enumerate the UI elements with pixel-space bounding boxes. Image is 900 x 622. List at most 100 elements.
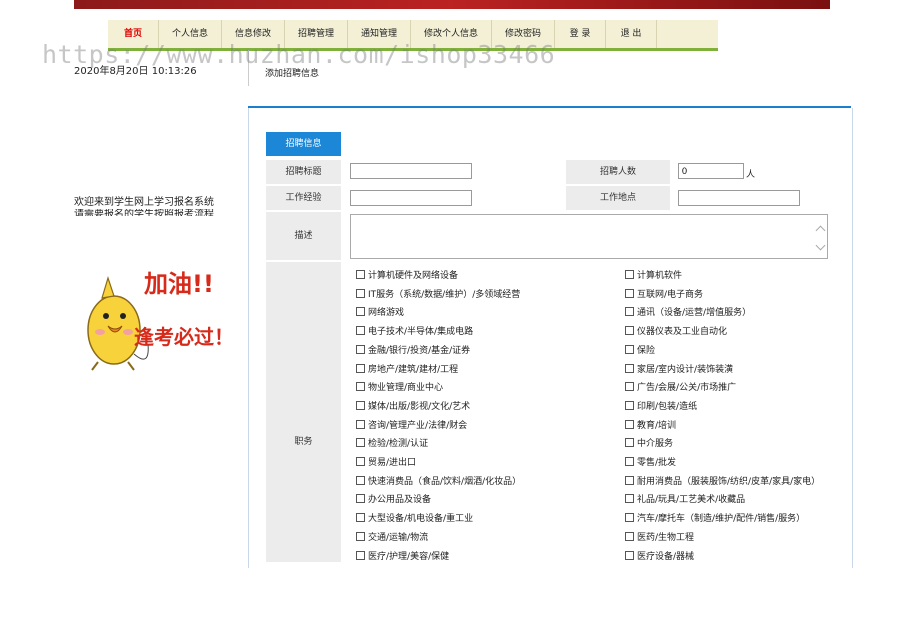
category-option[interactable]: 通讯（设备/运营/增值服务） bbox=[625, 305, 751, 318]
experience-input[interactable] bbox=[350, 190, 472, 206]
title-input[interactable] bbox=[350, 163, 472, 179]
category-option-label: 办公用品及设备 bbox=[368, 495, 432, 506]
category-option-label: 交通/运输/物流 bbox=[368, 532, 429, 543]
location-input[interactable] bbox=[678, 190, 800, 206]
category-option[interactable]: IT服务（系统/数据/维护）/多领域经营 bbox=[356, 287, 520, 300]
category-option[interactable]: 办公用品及设备 bbox=[356, 492, 431, 505]
welcome-line-1: 欢迎来到学生网上学习报名系统 bbox=[74, 197, 214, 208]
category-checkbox[interactable] bbox=[356, 475, 365, 485]
category-checkbox[interactable] bbox=[625, 475, 634, 485]
category-option-label: 广告/会展/公关/市场推广 bbox=[637, 383, 737, 394]
category-checkbox[interactable] bbox=[625, 419, 634, 429]
description-textarea[interactable] bbox=[350, 214, 828, 259]
category-checkbox[interactable] bbox=[356, 326, 365, 336]
category-option[interactable]: 快速消费品（食品/饮料/烟酒/化妆品） bbox=[356, 474, 521, 487]
category-checkbox[interactable] bbox=[356, 531, 365, 541]
category-checkbox[interactable] bbox=[625, 288, 634, 298]
category-option[interactable]: 计算机硬件及网络设备 bbox=[356, 268, 458, 281]
category-option[interactable]: 礼品/玩具/工艺美术/收藏品 bbox=[625, 492, 745, 505]
tab-recruit-info[interactable]: 招聘信息 bbox=[266, 132, 341, 156]
category-option-label: 互联网/电子商务 bbox=[637, 289, 704, 300]
category-checkbox[interactable] bbox=[625, 513, 634, 523]
category-option-label: 仪器仪表及工业自动化 bbox=[637, 327, 728, 338]
category-option[interactable]: 贸易/进出口 bbox=[356, 455, 416, 468]
category-option[interactable]: 房地产/建筑/建材/工程 bbox=[356, 362, 458, 375]
category-option[interactable]: 保险 bbox=[625, 343, 655, 356]
category-checkbox[interactable] bbox=[356, 344, 365, 354]
category-checkbox[interactable] bbox=[356, 550, 365, 560]
category-option[interactable]: 互联网/电子商务 bbox=[625, 287, 703, 300]
category-option[interactable]: 咨询/管理产业/法律/财会 bbox=[356, 418, 467, 431]
category-checkbox[interactable] bbox=[625, 363, 634, 373]
category-option[interactable]: 检验/检测/认证 bbox=[356, 436, 428, 449]
category-option-label: 汽车/摩托车（制造/维护/配件/销售/服务） bbox=[637, 514, 806, 525]
category-checkbox[interactable] bbox=[625, 307, 634, 317]
category-option-label: 中介服务 bbox=[637, 439, 674, 450]
mascot-image: 加油!! 逢考必过！ bbox=[87, 270, 234, 371]
category-option-label: 快速消费品（食品/饮料/烟酒/化妆品） bbox=[368, 476, 522, 487]
scroll-down-icon[interactable] bbox=[815, 240, 826, 251]
count-label: 招聘人数 bbox=[566, 160, 670, 184]
category-option-label: 耐用消费品（服装服饰/纺织/皮革/家具/家电） bbox=[637, 476, 821, 487]
category-option[interactable]: 大型设备/机电设备/重工业 bbox=[356, 511, 473, 524]
category-checkbox[interactable] bbox=[625, 438, 634, 448]
category-option[interactable]: 网络游戏 bbox=[356, 305, 404, 318]
scroll-up-icon[interactable] bbox=[815, 225, 826, 236]
category-option[interactable]: 金融/银行/投资/基金/证券 bbox=[356, 343, 470, 356]
category-checkbox[interactable] bbox=[625, 550, 634, 560]
category-option-label: 医疗设备/器械 bbox=[637, 551, 695, 562]
category-option[interactable]: 电子技术/半导体/集成电路 bbox=[356, 324, 473, 337]
category-option-label: 咨询/管理产业/法律/财会 bbox=[368, 420, 468, 431]
category-checkbox[interactable] bbox=[625, 326, 634, 336]
category-checkbox[interactable] bbox=[625, 270, 634, 279]
category-option[interactable]: 计算机软件 bbox=[625, 268, 682, 281]
description-label: 描述 bbox=[266, 212, 341, 260]
category-checkbox[interactable] bbox=[356, 382, 365, 392]
category-checkbox[interactable] bbox=[625, 457, 634, 466]
category-option[interactable]: 媒体/出版/影视/文化/艺术 bbox=[356, 399, 470, 412]
category-checkbox[interactable] bbox=[625, 382, 634, 392]
category-option-label: 计算机软件 bbox=[637, 271, 683, 281]
category-option[interactable]: 汽车/摩托车（制造/维护/配件/销售/服务） bbox=[625, 511, 805, 524]
category-checkbox[interactable] bbox=[356, 457, 365, 466]
category-checkbox[interactable] bbox=[356, 494, 365, 504]
mascot-slogan-text: 逢考必过！ bbox=[134, 325, 234, 349]
category-checkbox[interactable] bbox=[625, 494, 634, 504]
category-option-label: 通讯（设备/运营/增值服务） bbox=[637, 308, 752, 319]
nav-item[interactable]: 登 录 bbox=[555, 20, 606, 48]
category-option[interactable]: 交通/运输/物流 bbox=[356, 530, 428, 543]
category-checkbox[interactable] bbox=[356, 400, 365, 410]
count-input[interactable] bbox=[678, 163, 744, 179]
nav-item[interactable]: 退 出 bbox=[606, 20, 657, 48]
category-option-label: IT服务（系统/数据/维护）/多领域经营 bbox=[368, 289, 521, 300]
category-checkbox[interactable] bbox=[625, 400, 634, 410]
category-option[interactable]: 中介服务 bbox=[625, 436, 673, 449]
category-checkbox[interactable] bbox=[356, 513, 365, 523]
category-checkbox[interactable] bbox=[356, 438, 365, 448]
category-checkbox[interactable] bbox=[356, 419, 365, 429]
category-checkbox[interactable] bbox=[356, 288, 365, 298]
category-option[interactable]: 零售/批发 bbox=[625, 455, 676, 468]
category-checkbox[interactable] bbox=[625, 531, 634, 541]
category-option[interactable]: 物业管理/商业中心 bbox=[356, 380, 443, 393]
category-option[interactable]: 医疗/护理/美容/保健 bbox=[356, 549, 449, 562]
category-option[interactable]: 医疗设备/器械 bbox=[625, 549, 694, 562]
category-option[interactable]: 印刷/包装/造纸 bbox=[625, 399, 697, 412]
category-option[interactable]: 家居/室内设计/装饰装潢 bbox=[625, 362, 733, 375]
category-option-label: 家居/室内设计/装饰装潢 bbox=[637, 364, 734, 375]
category-option-label: 网络游戏 bbox=[368, 308, 405, 319]
category-checkbox[interactable] bbox=[625, 344, 634, 354]
category-checkbox[interactable] bbox=[356, 363, 365, 373]
category-option[interactable]: 仪器仪表及工业自动化 bbox=[625, 324, 727, 337]
top-banner bbox=[74, 0, 830, 9]
category-option[interactable]: 教育/培训 bbox=[625, 418, 676, 431]
watermark: https://www.huzhan.com/ishop33466 bbox=[42, 40, 556, 69]
category-checkbox[interactable] bbox=[356, 307, 365, 317]
category-checkbox[interactable] bbox=[356, 270, 365, 279]
category-option[interactable]: 广告/会展/公关/市场推广 bbox=[625, 380, 736, 393]
category-option[interactable]: 医药/生物工程 bbox=[625, 530, 694, 543]
category-option-label: 医药/生物工程 bbox=[637, 532, 695, 543]
category-option-label: 印刷/包装/造纸 bbox=[637, 401, 698, 412]
category-option-label: 零售/批发 bbox=[637, 458, 677, 468]
category-option[interactable]: 耐用消费品（服装服饰/纺织/皮革/家具/家电） bbox=[625, 474, 820, 487]
